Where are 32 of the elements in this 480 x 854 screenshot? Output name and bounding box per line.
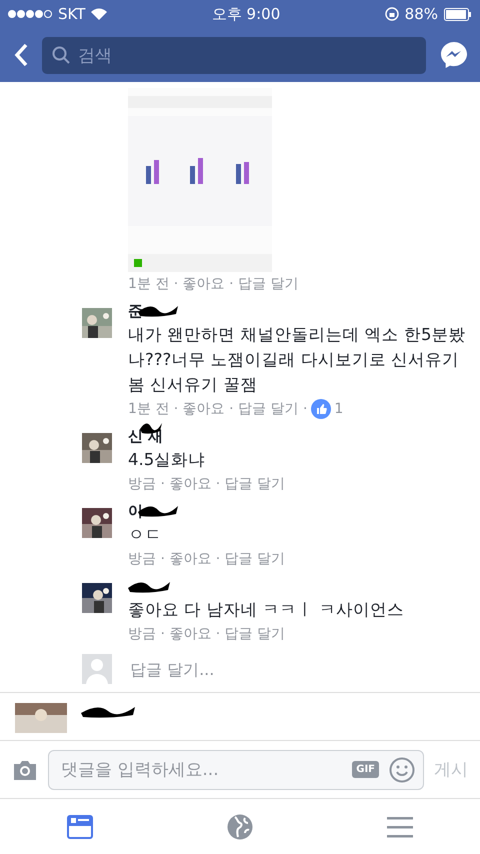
wifi-icon (91, 8, 108, 20)
comment-actions: 방금 · 좋아요 · 답글 달기 (128, 625, 286, 643)
post-button[interactable]: 게시 (434, 758, 468, 781)
like-count: 1 (334, 401, 344, 417)
gif-button[interactable]: GIF (352, 761, 379, 778)
comment-actions: 방금 · 좋아요 · 답글 달기 (128, 550, 286, 568)
smiley-icon[interactable] (389, 756, 415, 782)
camera-icon[interactable] (12, 758, 38, 780)
comment-text: ㅇㄷ (128, 524, 163, 546)
search-icon (52, 46, 70, 64)
back-icon[interactable] (14, 43, 28, 67)
comment-text: 좋아요 다 남자네 ㅋㅋㅣ ㅋ사이언스 (128, 599, 405, 621)
comment-text: 내가 왠만하면 채널안돌리는데 엑소 한5분봤나???너무 노잼이길래 다시보기로 신서유기봄 신서유기 꿀잼 (128, 324, 466, 396)
comment-actions: 방금 · 좋아요 · 답글 달기 (128, 475, 286, 493)
news-feed-icon (67, 814, 93, 838)
carrier-name: SKT (58, 5, 86, 23)
globe-icon (227, 814, 253, 840)
menu-icon (387, 816, 413, 838)
reply-field[interactable]: 답글 달기... (128, 658, 470, 680)
clock: 오후 9:00 (212, 4, 280, 24)
comment-text: 4.5실화냐 (128, 449, 206, 471)
thumbs-up-icon (311, 399, 332, 419)
battery-icon (444, 8, 472, 20)
avatar-placeholder-icon (82, 654, 112, 684)
signal-icon (8, 10, 52, 18)
rotation-lock-icon (384, 7, 399, 21)
search-field[interactable]: 검색 (42, 36, 426, 74)
battery-percent: 88% (404, 5, 438, 23)
comment-field[interactable]: 댓글을 입력하세요... GIF (48, 750, 424, 790)
comment-actions: 1분 전 · 좋아요 · 답글 달기 · (128, 400, 308, 418)
messenger-icon[interactable] (440, 41, 468, 69)
comment-actions: 1분 전 · 좋아요 · 답글 달기 (128, 275, 299, 293)
